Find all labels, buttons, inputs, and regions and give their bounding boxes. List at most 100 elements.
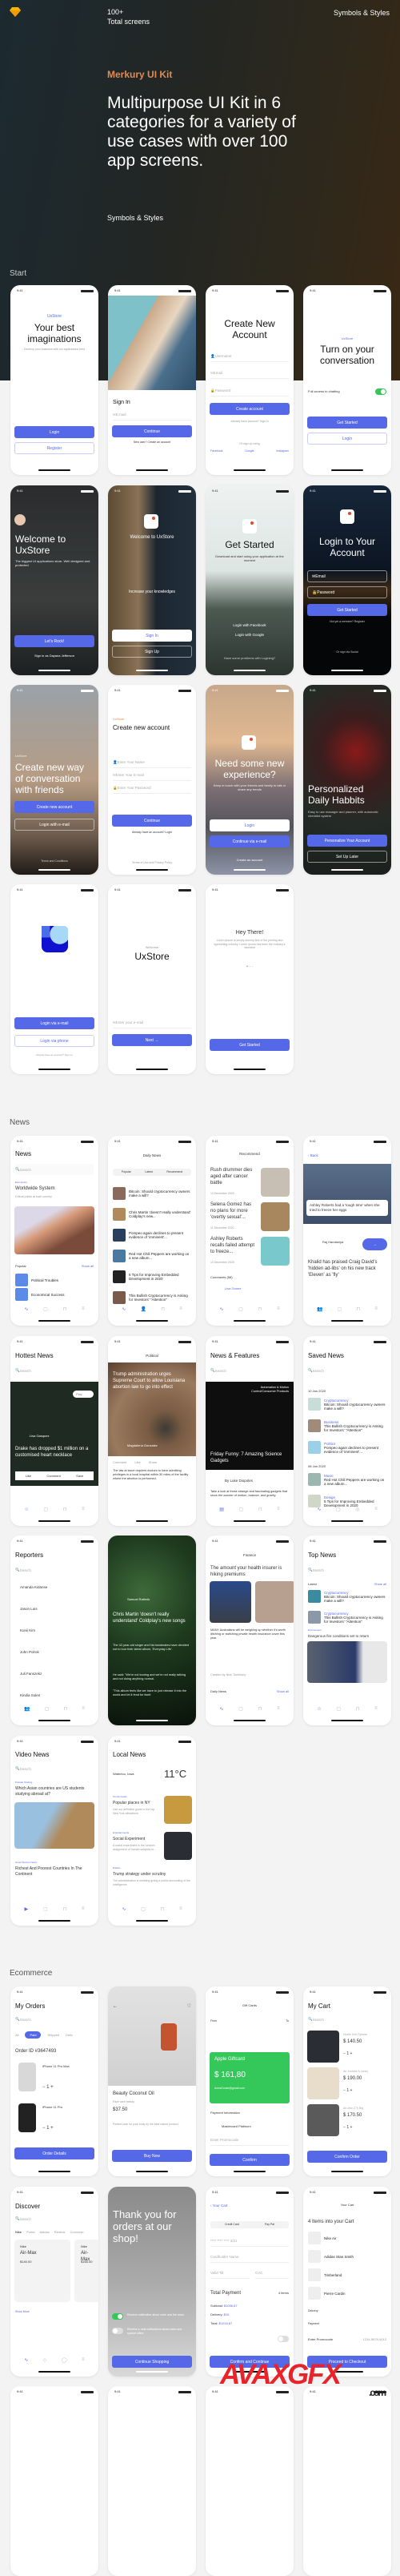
next-button[interactable]: Next → [112,1034,192,1046]
search-input[interactable]: 🔍 Search [308,1365,386,1376]
continue-button[interactable]: Continue [112,425,192,437]
facebook-login-link[interactable]: Login with Facebook [210,623,289,628]
cart-item[interactable]: Nike Air [308,2230,386,2246]
payment-card[interactable]: Mastercard Platinum [222,2124,289,2128]
sign-up-button[interactable]: Sign Up [112,646,192,658]
symbols-styles-link[interactable]: Symbols & Styles [107,214,163,222]
facebook-link[interactable]: Facebook [210,449,222,453]
brand-filter[interactable]: Nike [15,2230,22,2234]
order-notification-toggle[interactable] [112,2313,123,2320]
headline[interactable]: Social Experiment [113,1837,160,1842]
search-input[interactable]: 🔍 Search [15,1564,94,1576]
comment-button[interactable]: Comment [113,1460,126,1464]
create-account-button[interactable]: Create account [210,403,290,415]
tab-bar[interactable]: ▶ ▢ ⊓ ≡ [17,1906,92,1914]
share-button[interactable]: Share [149,1460,158,1464]
list-item[interactable]: Political Troubles [15,1272,94,1288]
login-button[interactable]: Login [14,426,94,438]
search-input[interactable]: 🔍 Search [308,2014,386,2025]
continue-button[interactable]: Continue [112,815,192,827]
search-input[interactable]: 🔍 Search [15,1365,94,1376]
featured-card[interactable]: Ashley Roberts had a 'tough time' when s… [306,1200,388,1216]
back-button[interactable]: ‹ Back [308,1153,386,1158]
symbols-styles-link-top[interactable]: Symbols & Styles [334,9,390,17]
create-account-link[interactable]: Create an account [210,858,289,862]
cart-item[interactable]: Pierre Cardin [308,2285,386,2301]
gift-card[interactable]: Apple Giftcard $ 161,80 AnnaGoose@gmail.… [210,2052,290,2103]
quantity-stepper[interactable]: − 1 + [42,2085,94,2091]
cardholder-name-field[interactable]: Cardholder Name [210,2252,289,2263]
search-input[interactable]: 🔍 Search [308,1564,386,1576]
confirm-button[interactable]: Confirm [210,2154,290,2166]
tab-all[interactable]: All [15,2033,18,2037]
create-account-button[interactable]: Create new account [14,801,94,813]
email-field[interactable]: ✉ Email [307,570,387,582]
promocode-input[interactable]: 1234-5678-9012 [363,2337,386,2341]
article-title[interactable]: Ashley Roberts recalls failed attempt to… [210,1237,258,1255]
list-item[interactable]: Politics Pompeo again declines to present… [308,1439,386,1455]
list-item[interactable]: Pompeo again declines to present evidenc… [113,1227,191,1243]
list-item[interactable]: Business This Bullish Cryptocurrency is A… [308,1418,386,1434]
quantity-stepper[interactable]: − 1 + [343,2125,386,2131]
password-field[interactable]: 🔒 Password [307,586,387,598]
quantity-stepper[interactable]: − 1 + [42,2126,94,2132]
tab-bar[interactable]: 👥 ▢ ⊓ ≡ [17,1706,92,1714]
get-started-button[interactable]: Get Started [307,604,387,616]
chat-access-toggle[interactable] [375,388,386,395]
brand-filter[interactable]: Adidas [39,2230,49,2234]
tab-bar[interactable]: ∿ ▢ ⊓ ≡ [212,1306,287,1314]
tab-bar[interactable]: ∿ ▢ ⊓ ≡ [17,1306,92,1314]
valid-till-field[interactable]: Valid Till [210,2268,250,2279]
tab-shipped[interactable]: Shipped [47,2033,59,2037]
quantity-stepper[interactable]: − 1 + [343,2088,386,2094]
sign-in-button[interactable]: Sign In [112,630,192,642]
confirm-order-button[interactable]: Confirm Order [307,2151,387,2163]
search-input[interactable]: 🔍 Search [15,1763,94,1774]
tab-bar[interactable]: ∿ 👤 ⊓ ≡ [114,1306,190,1314]
login-link[interactable]: Already have an account? Login [113,831,191,835]
search-input[interactable]: 🔍 Search [15,2213,94,2224]
email-notification-toggle[interactable] [112,2328,123,2334]
tab-bar[interactable]: ∿ ▢ ⊓ ≡ [114,1906,190,1914]
heart-icon[interactable]: ♡ [187,2004,191,2010]
list-item[interactable]: Chris Martin 'doesn't really understand'… [113,1206,191,1222]
lets-rock-button[interactable]: Let's Rock! [14,635,94,647]
password-field[interactable]: 🔒 Password [210,385,289,396]
headline[interactable]: Trump strategy under scrutiny [113,1872,191,1878]
article-title[interactable]: Selena Gomez has no plans for more 'over… [210,1202,258,1221]
tab-paid[interactable]: Paid [25,2031,42,2039]
back-button[interactable]: ‹ Your Cart [210,2204,289,2208]
show-all-link[interactable]: Show all [277,1689,289,1693]
username-field[interactable]: 👤 Username [210,351,289,362]
email-field[interactable]: ✉ E-mail [113,409,191,421]
get-started-button[interactable]: Get Started [210,1039,290,1051]
tab-bar[interactable]: ☆ ▢ ⊓ ≡ [17,1507,92,1515]
create-account-link[interactable]: New user? Create an account [113,441,191,445]
search-input[interactable]: 🔍 Search [15,1164,94,1175]
save-card-toggle[interactable] [278,2336,289,2342]
set-up-later-button[interactable]: Set Up Later [307,851,387,863]
tab-popular[interactable]: Popular [122,1170,131,1174]
login-button[interactable]: Login [307,433,387,445]
payment-row[interactable]: Payment [308,2322,386,2326]
tab-bar[interactable]: ∿ ◇ ◯ ≡ [17,2357,92,2365]
get-started-button[interactable]: Get Started [307,417,387,429]
product-card[interactable] [74,2240,98,2302]
promocode-input[interactable]: Enter Promocode [210,2135,289,2146]
reporter-name[interactable]: Amanda Kidanse [20,1585,94,1590]
sign-in-link[interactable]: Already have account? Sign in [210,420,289,424]
play-button[interactable]: Play [73,1391,94,1399]
product-card[interactable] [14,2240,70,2302]
list-item[interactable]: Economical Success [15,1286,94,1302]
sign-up-link[interactable]: Already have an account? Sign up [15,1053,94,1057]
help-link[interactable]: Have some problems with Logining? [210,656,289,660]
personalize-button[interactable]: Personalize Your Account [307,835,387,847]
delivery-row[interactable]: Delivery [308,2309,386,2313]
video-thumbnail[interactable] [14,1802,94,1849]
reporter-name[interactable]: Juli Fanszekz [20,1672,94,1676]
comment-button[interactable]: Comment [46,1474,60,1478]
terms-link[interactable]: Terms of Use and Privacy Policy [113,861,191,865]
login-email-button[interactable]: Login via e-mail [14,1017,94,1029]
headline[interactable]: Richest And Poorest Countries In The Con… [15,1866,94,1877]
terms-link[interactable]: Terms and Conditions [15,859,94,863]
